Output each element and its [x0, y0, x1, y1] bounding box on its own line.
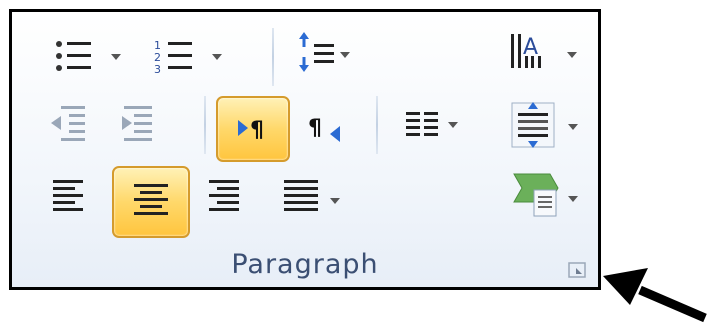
columns-icon — [406, 112, 438, 136]
align-left-button[interactable] — [49, 172, 99, 218]
group-title: Paragraph — [231, 249, 379, 280]
shading-icon — [513, 173, 559, 217]
spacing-button[interactable] — [510, 100, 590, 152]
svg-text:¶: ¶ — [250, 118, 264, 143]
chevron-down-icon — [568, 124, 578, 130]
decrease-indent-icon — [51, 106, 85, 141]
rtl-button[interactable]: ¶ — [304, 100, 360, 152]
rtl-icon: ¶ — [308, 116, 340, 142]
chevron-down-icon — [330, 198, 340, 204]
justify-button[interactable] — [280, 172, 360, 218]
dialog-launcher-icon — [568, 262, 586, 278]
columns-button[interactable] — [402, 102, 482, 148]
chevron-down-icon — [568, 196, 578, 202]
bullets-button[interactable] — [49, 34, 129, 80]
align-left-icon — [53, 180, 83, 211]
increase-indent-icon — [122, 106, 152, 141]
line-spacing-button[interactable]: A — [509, 30, 589, 80]
chevron-down-icon — [448, 122, 458, 128]
line-spacing-icon: A — [511, 34, 541, 68]
svg-text:A: A — [523, 35, 538, 60]
ltr-icon: ¶ — [238, 118, 264, 143]
justify-icon — [284, 180, 318, 211]
sort-icon — [299, 32, 334, 72]
chevron-down-icon — [567, 52, 577, 58]
dialog-launcher-button[interactable] — [568, 262, 588, 280]
separator — [272, 28, 274, 86]
spacing-icon — [511, 102, 555, 148]
align-right-icon — [209, 180, 239, 211]
align-center-icon — [134, 184, 168, 215]
chevron-down-icon — [212, 54, 222, 60]
separator — [376, 96, 378, 154]
increase-indent-button[interactable] — [120, 100, 170, 146]
shading-button[interactable] — [510, 166, 590, 230]
svg-text:3: 3 — [154, 63, 161, 76]
align-right-button[interactable] — [205, 172, 255, 218]
chevron-down-icon — [340, 52, 350, 58]
sort-button[interactable] — [296, 30, 376, 80]
ltr-button[interactable]: ¶ — [216, 96, 290, 162]
chevron-down-icon — [111, 54, 121, 60]
separator — [204, 96, 206, 154]
paragraph-group: 1 2 3 A ¶ ¶ Paragraph — [9, 9, 601, 290]
align-center-button[interactable] — [112, 166, 190, 238]
svg-text:¶: ¶ — [308, 116, 322, 141]
decrease-indent-button[interactable] — [49, 100, 99, 146]
numbering-button[interactable]: 1 2 3 — [150, 34, 230, 80]
